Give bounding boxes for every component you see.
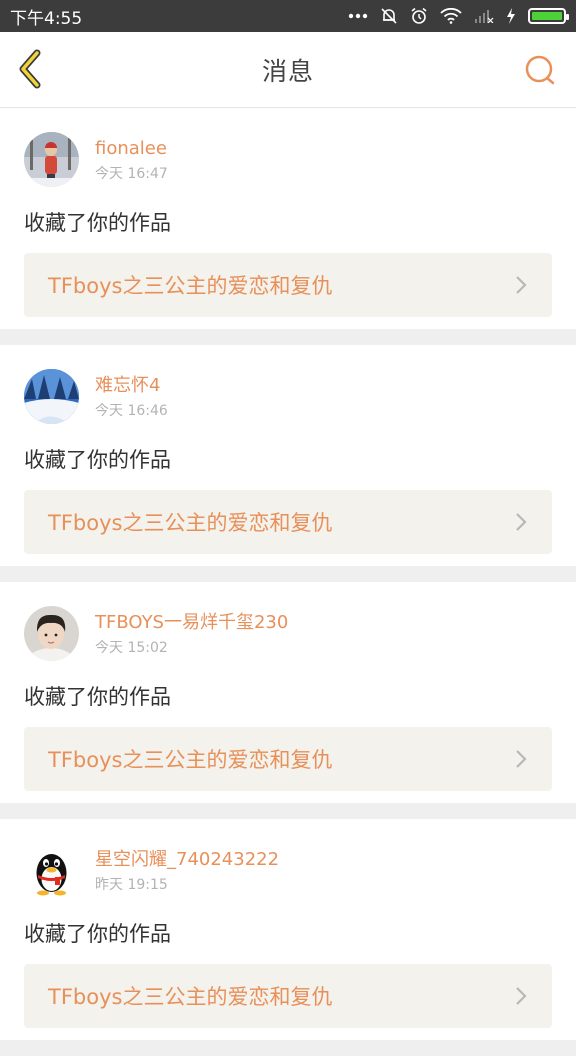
alarm-icon <box>410 7 428 25</box>
action-text: 收藏了你的作品 <box>24 685 171 709</box>
search-button[interactable] <box>520 52 560 92</box>
charging-icon <box>506 8 516 24</box>
message-card: fionalee 今天 16:47 收藏了你的作品 TFboys之三公主的爱恋和… <box>0 108 576 329</box>
message-card: 星空闪耀_740243222 昨天 19:15 收藏了你的作品 TFboys之三… <box>0 819 576 1040</box>
user-info: 星空闪耀_740243222 昨天 19:15 <box>95 848 279 894</box>
message-header: fionalee 今天 16:47 <box>24 132 552 187</box>
message-time: 今天 16:46 <box>95 402 168 419</box>
chevron-right-icon <box>514 511 528 533</box>
avatar[interactable] <box>24 369 79 424</box>
action-text: 收藏了你的作品 <box>24 922 171 946</box>
avatar[interactable] <box>24 132 79 187</box>
work-link[interactable]: TFboys之三公主的爱恋和复仇 <box>24 253 552 317</box>
work-title: TFboys之三公主的爱恋和复仇 <box>48 985 333 1009</box>
winter-scene-avatar <box>24 369 79 424</box>
work-link[interactable]: TFboys之三公主的爱恋和复仇 <box>24 727 552 791</box>
search-icon <box>523 53 557 91</box>
username[interactable]: fionalee <box>95 137 168 161</box>
status-bar: 下午4:55 <box>0 0 576 32</box>
work-title: TFboys之三公主的爱恋和复仇 <box>48 511 333 535</box>
chevron-right-icon <box>514 748 528 770</box>
status-icons <box>348 7 569 25</box>
user-info: TFBOYS一易烊千玺230 今天 15:02 <box>95 611 288 657</box>
wifi-icon <box>440 8 462 24</box>
username[interactable]: 星空闪耀_740243222 <box>95 848 279 872</box>
message-time: 今天 16:47 <box>95 165 168 182</box>
chevron-right-icon <box>514 274 528 296</box>
avatar[interactable] <box>24 606 79 661</box>
signal-icon <box>474 9 494 23</box>
action-text: 收藏了你的作品 <box>24 211 171 235</box>
user-info: 难忘怀4 今天 16:46 <box>95 374 168 420</box>
status-time: 下午4:55 <box>10 8 83 29</box>
boy-portrait-avatar <box>24 606 79 661</box>
snow-girl-avatar <box>24 132 79 187</box>
username[interactable]: 难忘怀4 <box>95 374 168 398</box>
message-time: 昨天 19:15 <box>95 876 168 893</box>
message-time: 今天 15:02 <box>95 639 168 656</box>
back-button[interactable] <box>10 46 50 96</box>
message-card: TFBOYS一易烊千玺230 今天 15:02 收藏了你的作品 TFboys之三… <box>0 582 576 803</box>
user-info: fionalee 今天 16:47 <box>95 137 168 183</box>
action-text: 收藏了你的作品 <box>24 448 171 472</box>
work-title: TFboys之三公主的爱恋和复仇 <box>48 274 333 298</box>
battery-icon <box>528 8 569 24</box>
header: 消息 <box>0 32 576 108</box>
message-header: 难忘怀4 今天 16:46 <box>24 369 552 424</box>
avatar[interactable] <box>24 843 79 898</box>
mute-icon <box>380 7 398 25</box>
work-title: TFboys之三公主的爱恋和复仇 <box>48 748 333 772</box>
battery-level <box>532 12 562 20</box>
message-card: 难忘怀4 今天 16:46 收藏了你的作品 TFboys之三公主的爱恋和复仇 <box>0 345 576 566</box>
work-link[interactable]: TFboys之三公主的爱恋和复仇 <box>24 964 552 1028</box>
chevron-right-icon <box>514 985 528 1007</box>
work-link[interactable]: TFboys之三公主的爱恋和复仇 <box>24 490 552 554</box>
message-list: fionalee 今天 16:47 收藏了你的作品 TFboys之三公主的爱恋和… <box>0 108 576 1056</box>
qq-penguin-avatar <box>24 843 79 898</box>
chevron-left-icon <box>15 49 45 93</box>
more-dots-icon <box>348 13 368 19</box>
page-title: 消息 <box>261 56 314 86</box>
username[interactable]: TFBOYS一易烊千玺230 <box>95 611 288 635</box>
message-header: 星空闪耀_740243222 昨天 19:15 <box>24 843 552 898</box>
message-header: TFBOYS一易烊千玺230 今天 15:02 <box>24 606 552 661</box>
